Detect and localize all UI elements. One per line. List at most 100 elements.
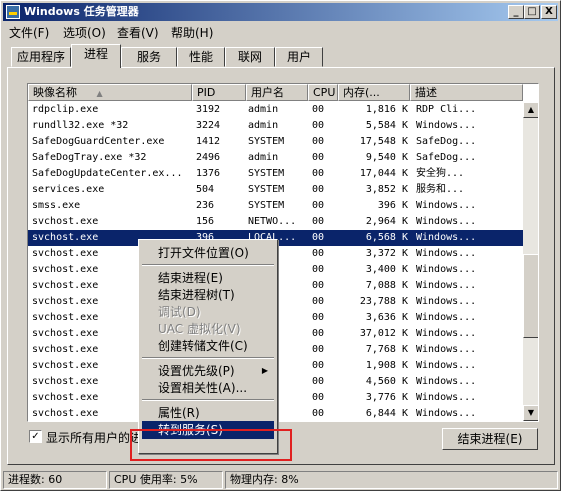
process-pid: 1376 (196, 168, 221, 179)
process-description: Windows... (416, 328, 477, 339)
context-menu-item-label: 创建转储文件(C) (158, 339, 248, 353)
process-user: admin (248, 152, 279, 163)
process-memory: 3,776 K (365, 392, 408, 403)
tab-processes[interactable]: 进程 (71, 44, 121, 68)
process-memory: 3,400 K (365, 264, 408, 275)
context-menu-item-set-priority[interactable]: 设置优先级(P) ▶ (142, 362, 274, 380)
task-manager-window: Windows 任务管理器 _ □ X 文件(F) 选项(O) 查看(V) 帮助… (0, 0, 561, 491)
task-manager-app-icon (6, 5, 20, 19)
process-description: 安全狗... (416, 168, 465, 179)
context-menu-item-end-process-tree[interactable]: 结束进程树(T) (142, 286, 274, 304)
column-header-memory[interactable]: 内存(... (338, 84, 410, 101)
process-cpu: 00 (312, 120, 325, 131)
column-header-row: 映像名称 ▲ PID 用户名 CPU 内存(... 描述 (28, 84, 538, 102)
process-memory: 3,372 K (365, 248, 408, 259)
menu-options[interactable]: 选项(O) (63, 24, 106, 41)
table-row[interactable]: rundll32.exe *32 3224 admin 00 5,584 K Window… (28, 118, 523, 134)
table-row[interactable]: services.exe 504 SYSTEM 00 3,852 K 服务和... (28, 182, 523, 198)
column-header-user-name[interactable]: 用户名 (246, 84, 308, 101)
context-menu-item-label: 调试(D) (158, 305, 201, 319)
process-description: Windows... (416, 248, 477, 259)
menu-separator (142, 357, 274, 359)
process-pid: 3224 (196, 120, 221, 131)
column-header-image-name[interactable]: 映像名称 ▲ (28, 84, 192, 101)
process-description: Windows... (416, 312, 477, 323)
minimize-button[interactable]: _ (508, 5, 524, 19)
tab-performance[interactable]: 性能 (177, 47, 225, 67)
annotation-highlight-box (130, 429, 292, 461)
menu-view[interactable]: 查看(V) (117, 24, 159, 41)
context-menu-item-end-process[interactable]: 结束进程(E) (142, 269, 274, 287)
table-row[interactable]: svchost.exe 156 NETWO... 00 2,964 K Windows..… (28, 214, 523, 230)
process-memory: 17,044 K (359, 168, 408, 179)
process-description: SafeDog... (416, 152, 477, 163)
process-cpu: 00 (312, 392, 325, 403)
table-row[interactable]: SafeDogTray.exe *32 2496 admin 00 9,540 K Saf… (28, 150, 523, 166)
table-row[interactable]: smss.exe 236 SYSTEM 00 396 K Windows... (28, 198, 523, 214)
scrollbar-thumb[interactable] (523, 254, 538, 338)
tab-applications[interactable]: 应用程序 (11, 47, 71, 67)
process-memory: 2,964 K (365, 216, 408, 227)
maximize-button[interactable]: □ (524, 5, 540, 19)
process-memory: 3,852 K (365, 184, 408, 195)
process-cpu: 00 (312, 248, 325, 259)
scroll-up-arrow-icon[interactable]: ▲ (523, 102, 538, 118)
process-cpu: 00 (312, 104, 325, 115)
process-pid: 156 (196, 216, 215, 227)
context-menu-item-label: 打开文件位置(O) (158, 246, 249, 260)
context-menu-item-label: 设置优先级(P) (158, 364, 235, 378)
process-description: Windows... (416, 360, 477, 371)
process-cpu: 00 (312, 296, 325, 307)
column-header-cpu[interactable]: CPU (308, 84, 338, 101)
process-description: Windows... (416, 264, 477, 275)
process-description: 服务和... (416, 184, 465, 195)
process-user: SYSTEM (248, 168, 285, 179)
menu-file[interactable]: 文件(F) (9, 24, 49, 41)
process-cpu: 00 (312, 280, 325, 291)
process-description: Windows... (416, 344, 477, 355)
process-description: Windows... (416, 280, 477, 291)
process-cpu: 00 (312, 216, 325, 227)
show-all-users-checkbox[interactable]: ✓ (29, 430, 42, 443)
table-row[interactable]: SafeDogUpdateCenter.ex... 1376 SYSTEM 00 17,… (28, 166, 523, 182)
scroll-down-arrow-icon[interactable]: ▼ (523, 405, 538, 421)
process-description: RDP Cli... (416, 104, 477, 115)
process-memory: 6,844 K (365, 408, 408, 419)
process-image-name: rdpclip.exe (32, 104, 99, 115)
process-memory: 396 K (377, 200, 408, 211)
process-cpu: 00 (312, 376, 325, 387)
process-cpu: 00 (312, 328, 325, 339)
process-memory: 37,012 K (359, 328, 408, 339)
tab-services[interactable]: 服务 (121, 47, 177, 67)
process-description: Windows... (416, 200, 477, 211)
process-user: NETWO... (248, 216, 297, 227)
process-image-name: SafeDogUpdateCenter.ex... (32, 168, 183, 179)
column-header-description[interactable]: 描述 (410, 84, 523, 101)
process-cpu: 00 (312, 408, 325, 419)
process-description: Windows... (416, 296, 477, 307)
end-process-button[interactable]: 结束进程(E) (442, 428, 538, 450)
process-memory: 1,908 K (365, 360, 408, 371)
menu-separator (142, 264, 274, 266)
close-button[interactable]: X (541, 5, 557, 19)
column-header-pid[interactable]: PID (192, 84, 246, 101)
process-pid: 1412 (196, 136, 221, 147)
process-list[interactable]: 映像名称 ▲ PID 用户名 CPU 内存(... 描述 rdpclip.exe… (27, 83, 539, 422)
title-bar[interactable]: Windows 任务管理器 _ □ X (3, 3, 558, 21)
menu-help[interactable]: 帮助(H) (171, 24, 213, 41)
tab-networking[interactable]: 联网 (225, 47, 275, 67)
tab-users[interactable]: 用户 (275, 47, 323, 67)
table-row[interactable]: SafeDogGuardCenter.exe 1412 SYSTEM 00 17,548… (28, 134, 523, 150)
context-menu-item-properties[interactable]: 属性(R) (142, 404, 274, 422)
context-menu-item-set-affinity[interactable]: 设置相关性(A)... (142, 379, 274, 397)
context-menu-item-open-file-location[interactable]: 打开文件位置(O) (142, 244, 274, 262)
table-row[interactable]: rdpclip.exe 3192 admin 00 1,816 K RDP Cli... (28, 102, 523, 118)
process-cpu: 00 (312, 200, 325, 211)
process-user: admin (248, 104, 279, 115)
vertical-scrollbar[interactable]: ▲ ▼ (523, 102, 538, 421)
context-menu-item-create-dump-file[interactable]: 创建转储文件(C) (142, 337, 274, 355)
process-memory: 6,568 K (365, 232, 408, 243)
process-image-name: SafeDogTray.exe *32 (32, 152, 147, 163)
status-physical-memory: 物理内存: 8% (225, 471, 558, 489)
context-menu-item-label: 设置相关性(A)... (158, 381, 248, 395)
